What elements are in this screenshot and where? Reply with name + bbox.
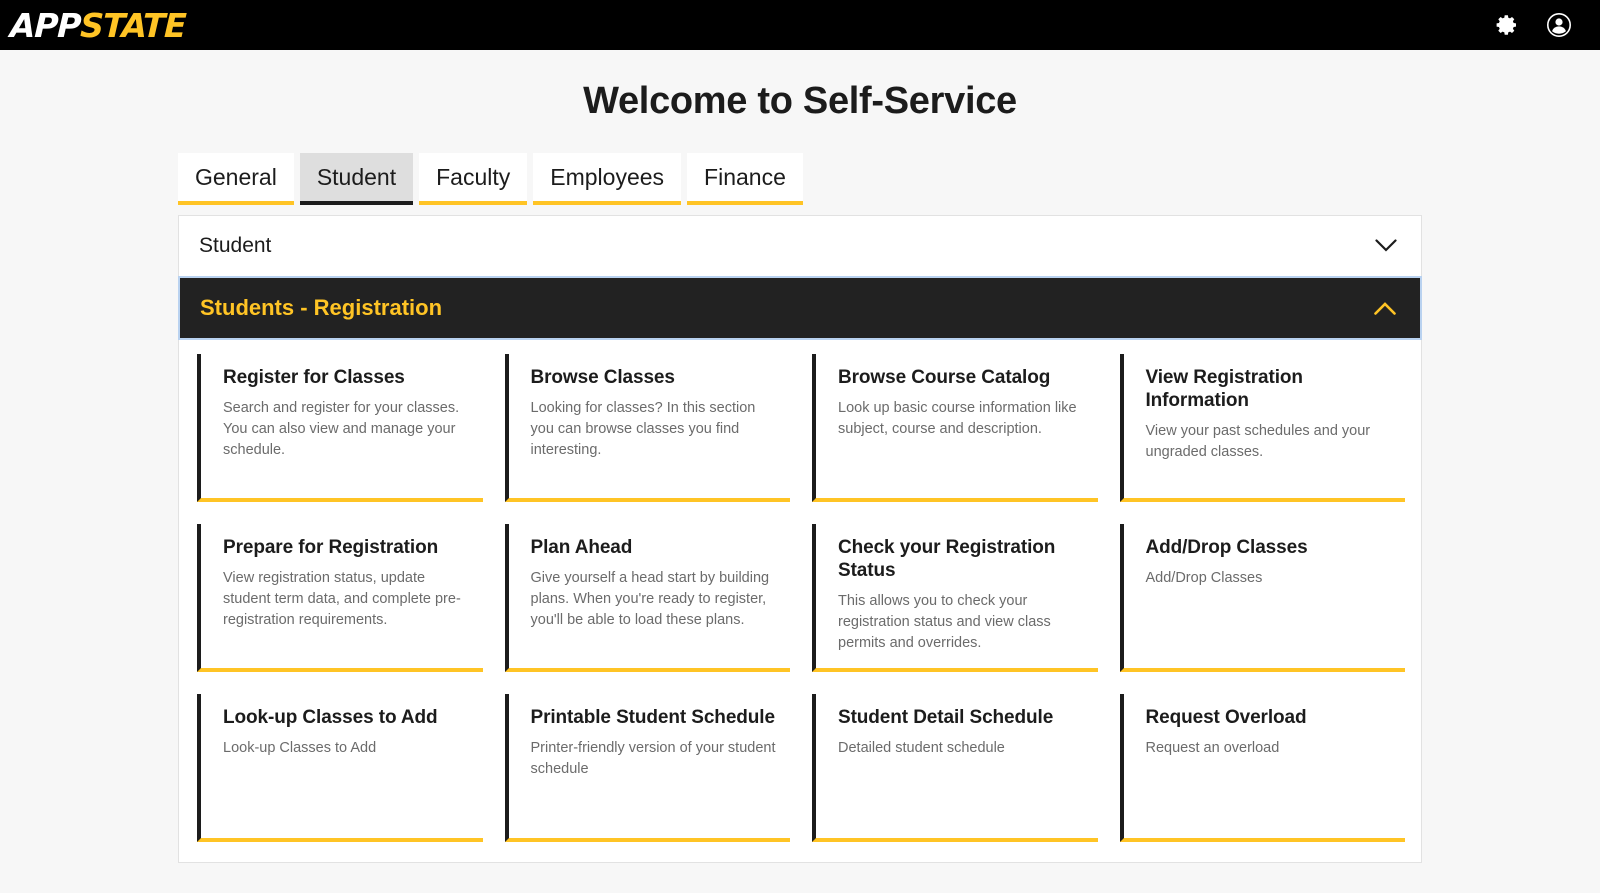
accordion-list: Student Students - Registration — [178, 215, 1422, 340]
card-title: Add/Drop Classes — [1145, 536, 1308, 558]
card-description: Look up basic course information like su… — [838, 399, 1077, 437]
card-description: Look-up Classes to Add — [223, 739, 377, 756]
card-title: Browse Course Catalog — [838, 366, 1051, 388]
appstate-logo[interactable]: APP STATE — [9, 5, 187, 45]
card-prepare-for-registration[interactable]: Prepare for Registration View registratio… — [197, 523, 483, 672]
card-title: Register for Classes — [223, 366, 405, 388]
card-title: Printable Student Schedule — [530, 706, 776, 728]
card-request-overload[interactable]: Request Overload Request an overload — [1119, 693, 1405, 842]
card-title: Plan Ahead — [530, 536, 633, 558]
card-title: Browse Classes — [530, 366, 675, 388]
card-browse-course-catalog[interactable]: Browse Course Catalog Look up basic cours… — [812, 353, 1098, 502]
card-title: Request Overload — [1145, 706, 1307, 728]
card-title: Look-up Classes to Add — [223, 706, 438, 728]
logo-text-app: APP — [9, 5, 81, 45]
top-header-bar: APP STATE — [0, 0, 1600, 50]
accordion-student[interactable]: Student — [179, 215, 1421, 276]
card-description: Detailed student schedule — [838, 739, 1005, 756]
chevron-up-icon[interactable] — [1374, 301, 1396, 315]
card-title: Prepare for Registration — [223, 536, 439, 558]
main-content: General Student Faculty Employees Finance St… — [178, 153, 1422, 863]
header-actions — [1494, 12, 1572, 38]
tab-student[interactable]: Student — [299, 153, 414, 205]
card-register-for-classes[interactable]: Register for Classes Search and register … — [197, 353, 483, 502]
gear-icon[interactable] — [1494, 12, 1520, 38]
page-title: Welcome to Self-Service — [583, 80, 1017, 122]
chevron-down-icon[interactable] — [1375, 238, 1397, 253]
card-description: View registration status, update student… — [223, 569, 461, 628]
tab-general[interactable]: General — [178, 153, 294, 205]
student-panel: Student Students - Registration Register … — [178, 214, 1422, 863]
card-view-registration-information[interactable]: View Registration Information View your p… — [1119, 353, 1405, 502]
logo-text-state: STATE — [79, 5, 187, 45]
card-title: Check your Registration Status — [838, 536, 1056, 581]
user-avatar-icon[interactable] — [1546, 12, 1572, 38]
card-description: Request an overload — [1145, 739, 1280, 756]
card-plan-ahead[interactable]: Plan Ahead Give yourself a head start by … — [504, 523, 790, 672]
card-add-drop-classes[interactable]: Add/Drop Classes Add/Drop Classes — [1119, 523, 1405, 672]
card-student-detail-schedule[interactable]: Student Detail Schedule Detailed student … — [812, 693, 1098, 842]
card-browse-classes[interactable]: Browse Classes Looking for classes? In th… — [504, 353, 790, 502]
card-description: View your past schedules and your ungrad… — [1145, 422, 1371, 460]
tab-employees[interactable]: Employees — [533, 153, 682, 205]
card-description: Printer-friendly version of your student… — [530, 739, 776, 777]
card-description: Give yourself a head start by building p… — [530, 569, 770, 628]
accordion-label: Student — [199, 233, 272, 257]
card-title: View Registration Information — [1145, 366, 1303, 411]
card-printable-student-schedule[interactable]: Printable Student Schedule Printer-friend… — [504, 693, 790, 842]
card-look-up-classes-to-add[interactable]: Look-up Classes to Add Look-up Classes to… — [197, 693, 483, 842]
registration-card-grid: Register for Classes Search and register … — [179, 340, 1421, 862]
tab-bar: General Student Faculty Employees Finance — [178, 153, 1422, 205]
accordion-label: Students - Registration — [200, 294, 443, 320]
card-check-your-registration-status[interactable]: Check your Registration Status This allow… — [812, 523, 1098, 672]
tab-finance[interactable]: Finance — [687, 153, 803, 205]
card-description: Add/Drop Classes — [1145, 569, 1263, 586]
card-description: This allows you to check your registrati… — [838, 592, 1051, 651]
tab-faculty[interactable]: Faculty — [419, 153, 528, 205]
card-description: Looking for classes? In this section you… — [530, 399, 756, 458]
card-description: Search and register for your classes. Yo… — [223, 399, 460, 458]
accordion-students-registration[interactable]: Students - Registration — [178, 275, 1422, 340]
card-title: Student Detail Schedule — [838, 706, 1054, 728]
